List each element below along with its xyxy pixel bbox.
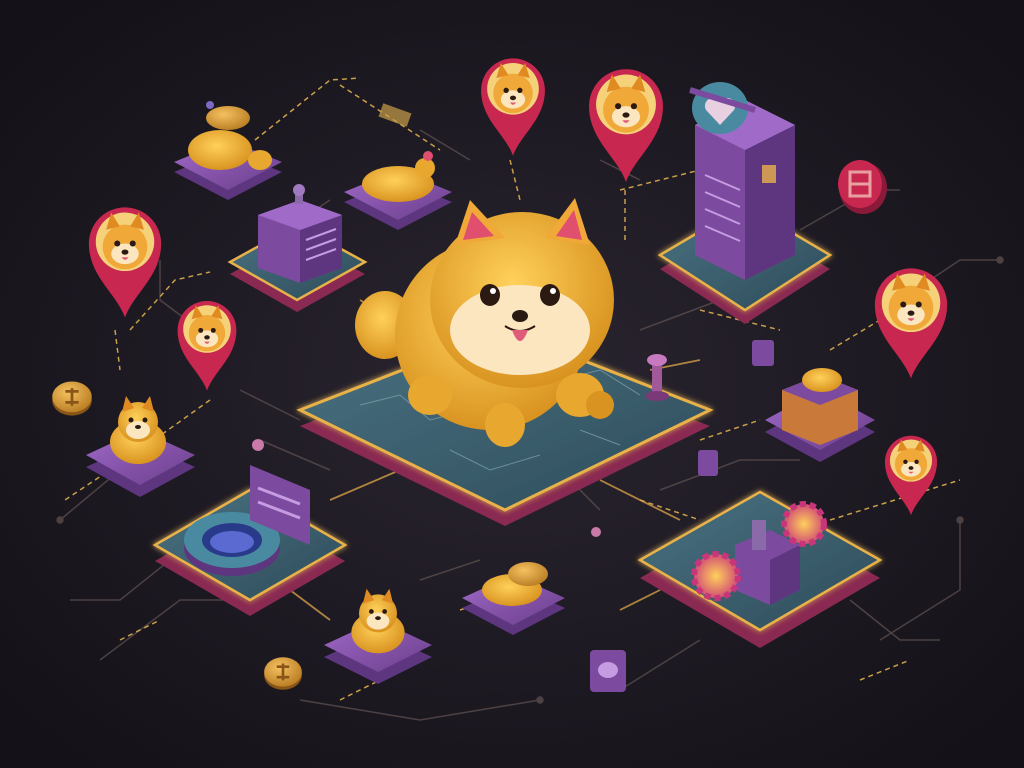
gear-icon: [781, 501, 827, 547]
crypto-coin-icon: [262, 655, 304, 692]
gear-icon: [691, 551, 741, 601]
shiba-network-illustration: [0, 0, 1024, 768]
crypto-coin-icon: [50, 380, 94, 418]
